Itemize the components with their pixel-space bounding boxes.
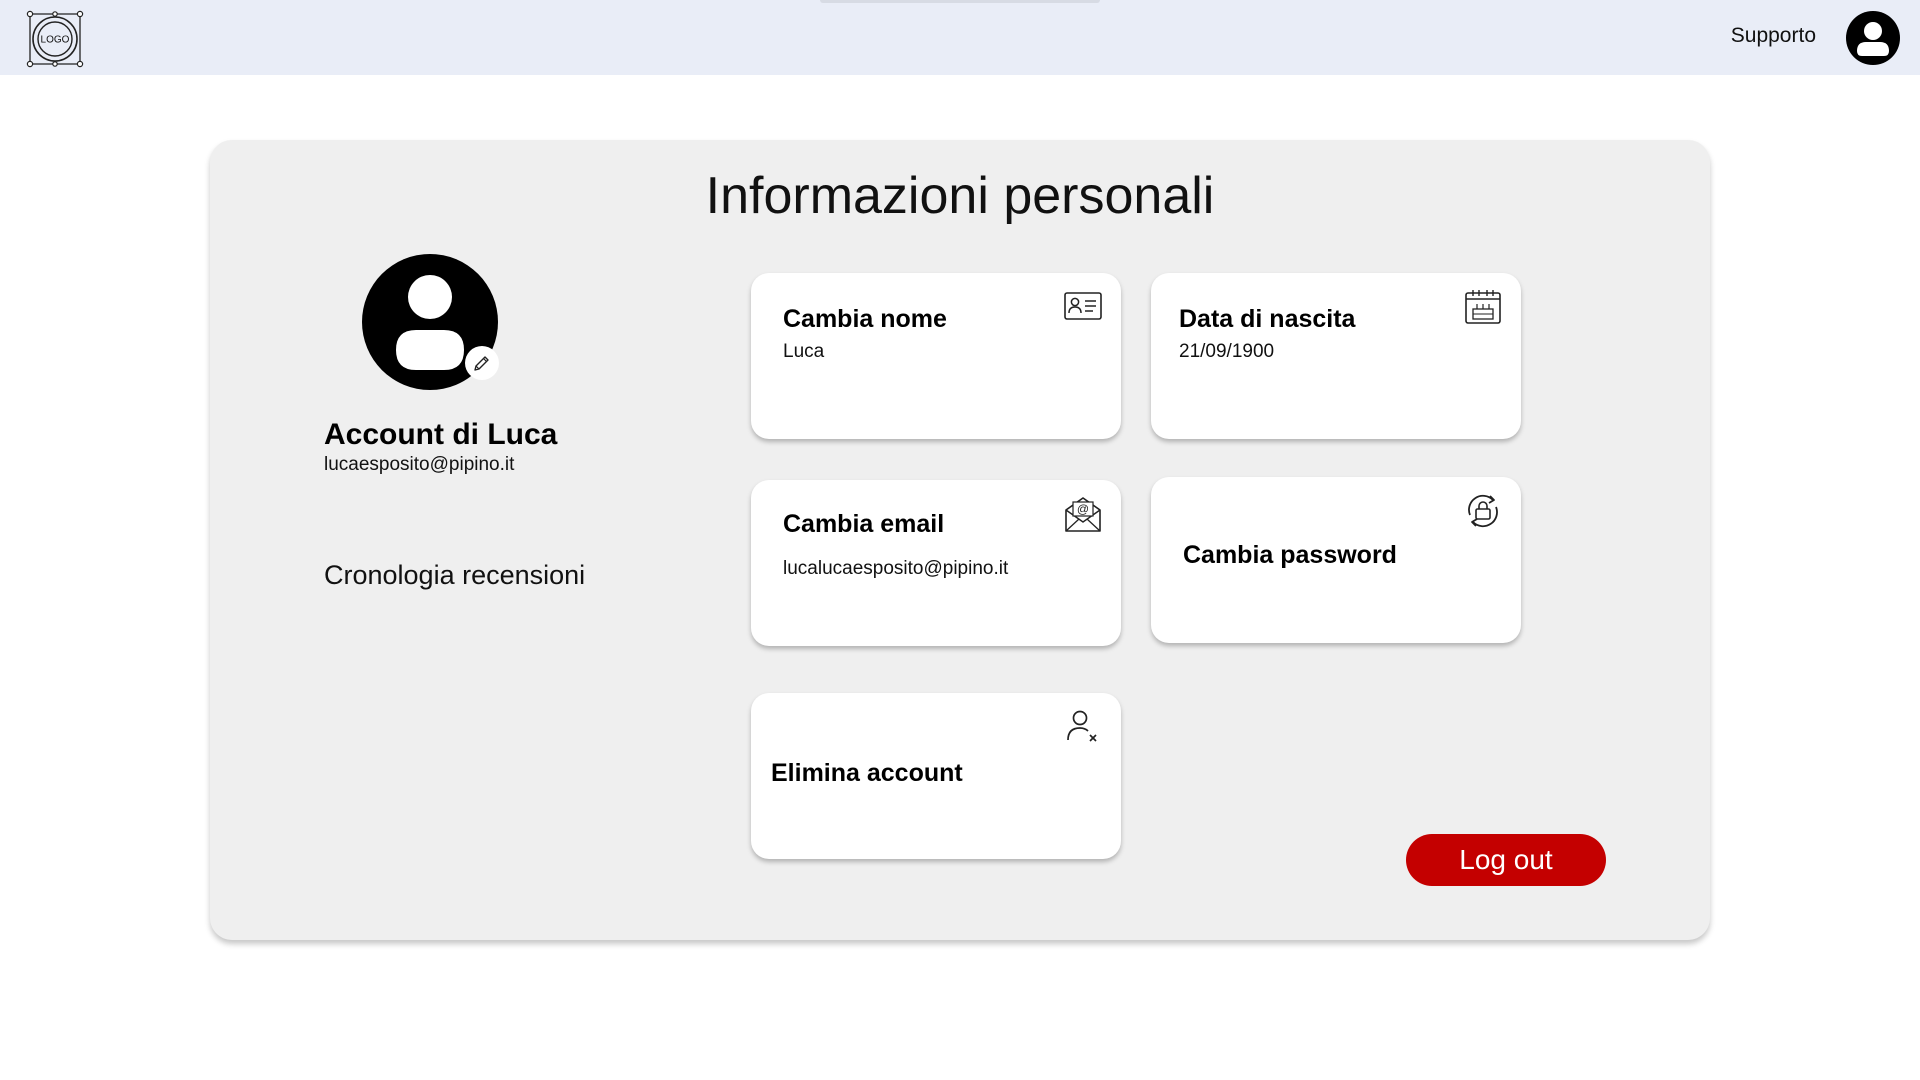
account-email: lucaesposito@pipino.it: [324, 454, 515, 475]
personal-info-panel: Informazioni personali Account di Luca l…: [210, 140, 1710, 940]
birthday-cake-calendar-icon: [1465, 290, 1501, 324]
logo-icon[interactable]: LOGO: [26, 10, 84, 68]
birth-date-card[interactable]: Data di nascita 21/09/1900: [1151, 273, 1521, 439]
change-password-card[interactable]: Cambia password: [1151, 477, 1521, 643]
user-remove-icon: [1067, 710, 1097, 742]
delete-account-title: Elimina account: [771, 759, 963, 787]
logo-text: LOGO: [41, 35, 70, 46]
delete-account-card[interactable]: Elimina account: [751, 693, 1121, 859]
top-navigation-bar: LOGO Supporto: [0, 0, 1920, 75]
current-email-value: lucalucaesposito@pipino.it: [783, 558, 1009, 579]
topbar-notch: [820, 0, 1100, 3]
edit-profile-picture-button[interactable]: [465, 346, 499, 380]
lock-refresh-icon: [1468, 494, 1498, 528]
id-card-icon: [1064, 292, 1102, 320]
birth-date-title: Data di nascita: [1179, 305, 1356, 333]
change-email-card[interactable]: Cambia email lucalucaesposito@pipino.it …: [751, 480, 1121, 646]
user-account-icon[interactable]: [1846, 11, 1900, 65]
pencil-icon: [474, 356, 489, 371]
review-history-link[interactable]: Cronologia recensioni: [324, 560, 585, 591]
change-name-title: Cambia nome: [783, 305, 947, 333]
support-link[interactable]: Supporto: [1731, 24, 1816, 48]
change-password-title: Cambia password: [1183, 541, 1397, 569]
change-name-card[interactable]: Cambia nome Luca: [751, 273, 1121, 439]
page-title: Informazioni personali: [705, 167, 1215, 225]
account-name: Account di Luca: [324, 418, 558, 451]
current-name-value: Luca: [783, 341, 825, 362]
svg-text:@: @: [1077, 502, 1089, 516]
envelope-at-icon: @: [1065, 497, 1101, 532]
logout-button[interactable]: Log out: [1406, 834, 1606, 886]
birth-date-value: 21/09/1900: [1179, 341, 1275, 362]
change-email-title: Cambia email: [783, 510, 945, 538]
